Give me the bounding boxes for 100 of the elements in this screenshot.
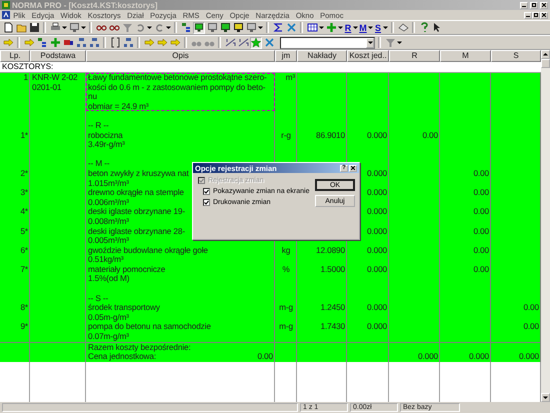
row-number: 3*	[20, 188, 28, 198]
unit-cost-cell: 0.000	[366, 226, 387, 236]
total-cell: 0.000	[418, 352, 438, 362]
caret-icon[interactable]	[368, 25, 373, 30]
resource-name: deski iglaste obrzynane 28-	[88, 226, 185, 236]
norm-text: 0.05m-g/m³	[88, 312, 129, 322]
row-number: 7*	[20, 264, 28, 274]
column-header[interactable]: Opis	[86, 50, 275, 62]
checkbox[interactable]	[203, 188, 210, 195]
number-cell: 0.00	[473, 168, 489, 179]
minimize-button[interactable]	[520, 2, 528, 8]
table-icon[interactable]	[306, 22, 318, 34]
row-number: 8*	[20, 303, 28, 313]
row-number: 5*	[20, 226, 28, 236]
minimize-icon	[526, 13, 530, 17]
monitor-icon[interactable]	[193, 22, 205, 34]
arrow-icon[interactable]	[143, 36, 155, 48]
norm-text: 0.008m³/m³	[88, 216, 129, 226]
arrow-icon[interactable]	[156, 36, 168, 48]
column-header[interactable]: Koszt jed..	[347, 50, 389, 62]
network-icon[interactable]	[88, 36, 100, 48]
close-icon	[351, 166, 355, 170]
column-header[interactable]: Nakłady	[297, 50, 347, 62]
column-header[interactable]: Lp.	[0, 50, 30, 62]
resource-name: beton zwykły z kruszywa nat	[88, 168, 189, 179]
unit-cell: %	[282, 264, 290, 274]
description-cell[interactable]: Ławy fundamentowe betonowe prostokątne szero- kości do 0.6 m - z zastosowaniem pompy do beto- nu obmiar = 24.9 m³	[86, 73, 275, 112]
caret-icon[interactable]	[62, 25, 67, 30]
scroll-up-button[interactable]	[541, 50, 550, 59]
scrollbar-thumb[interactable]	[541, 59, 550, 68]
column-header[interactable]: Podstawa	[30, 50, 86, 62]
caret-icon[interactable]	[258, 25, 263, 30]
checkbox[interactable]	[203, 199, 210, 206]
caret-icon[interactable]	[368, 40, 372, 45]
app-icon	[2, 1, 10, 9]
fraction-icon[interactable]	[224, 36, 236, 48]
description-line: Ławy fundamentowe betonowe prostokątne szero-	[88, 73, 267, 83]
bracket-icon[interactable]	[109, 36, 121, 48]
caret-icon[interactable]	[81, 25, 86, 30]
caret-icon[interactable]	[338, 25, 343, 30]
norm-text: 3.49r-g/m³	[88, 140, 125, 150]
caret-icon[interactable]	[147, 25, 152, 30]
unit-cell: kg	[282, 246, 290, 256]
unit-cost-cell: 0.000	[366, 322, 387, 332]
quantity-cell: 12.0890	[316, 246, 345, 256]
minimize-button[interactable]	[524, 12, 532, 18]
caret-icon[interactable]	[397, 40, 402, 45]
section-label: -- S --	[88, 294, 108, 304]
save-icon[interactable]	[28, 22, 40, 34]
unit-cost-cell: 0.000	[366, 303, 387, 313]
description-line: nu	[88, 92, 97, 102]
caret-icon[interactable]	[319, 25, 324, 30]
close-button[interactable]	[540, 2, 548, 8]
row-number: 1*	[20, 130, 28, 140]
quantity-cell: 1.7430	[320, 322, 345, 332]
summary-label: Cena jednostkowa:	[88, 352, 156, 362]
basis-code: 0201-01	[32, 82, 62, 92]
norm-text: 1.015m³/m³	[88, 178, 129, 188]
up-arrow-icon	[543, 52, 548, 57]
monitor-icon[interactable]	[219, 22, 231, 34]
toolbar-button[interactable]: S	[374, 22, 382, 32]
scroll-down-button[interactable]	[541, 393, 550, 402]
close-icon	[542, 13, 546, 17]
scrollbar[interactable]	[541, 50, 550, 402]
number-cell: 0.00	[473, 188, 489, 198]
new-document-icon[interactable]	[2, 22, 14, 34]
close-icon	[542, 3, 546, 7]
column-header[interactable]: jm	[275, 50, 297, 62]
row-number: 1	[24, 73, 28, 83]
column-header[interactable]: R	[389, 50, 440, 62]
network-icon[interactable]	[122, 36, 134, 48]
dropdown-button[interactable]	[366, 38, 374, 48]
close-button[interactable]	[540, 12, 548, 18]
network-icon[interactable]	[75, 36, 87, 48]
monitor-icon[interactable]	[232, 22, 244, 34]
column-header[interactable]: M	[440, 50, 491, 62]
caret-icon[interactable]	[353, 25, 358, 30]
fraction-icon[interactable]	[237, 36, 249, 48]
combo-box[interactable]	[280, 36, 375, 48]
star-icon[interactable]	[250, 36, 262, 48]
description-line: kości do 0.6 m - z zastosowaniem pompy do beto-	[88, 82, 266, 92]
unit-cost-cell: 0.000	[366, 207, 387, 217]
number-cell: 0.00	[523, 303, 539, 313]
caret-icon[interactable]	[166, 25, 171, 30]
number-cell: 0.00	[473, 246, 489, 256]
row-number: 4*	[20, 207, 28, 217]
number-cell: 0.00	[473, 207, 489, 217]
column-header[interactable]: S	[491, 50, 541, 62]
norm-text: 0.51kg/m³	[88, 255, 124, 265]
caret-icon[interactable]	[383, 25, 388, 30]
arrow-icon[interactable]	[169, 36, 181, 48]
total-cell: 0.000	[468, 352, 489, 362]
close-button[interactable]	[349, 164, 357, 172]
tree-icon[interactable]	[180, 22, 192, 34]
toolbar-button[interactable]: M	[359, 22, 367, 32]
estimate-title: KOSZTORYS:	[0, 62, 541, 73]
sigma-icon[interactable]	[272, 22, 284, 34]
tree-icon[interactable]	[36, 36, 48, 48]
section-label: -- M --	[88, 159, 110, 169]
toolbar-button[interactable]: R	[344, 22, 352, 32]
